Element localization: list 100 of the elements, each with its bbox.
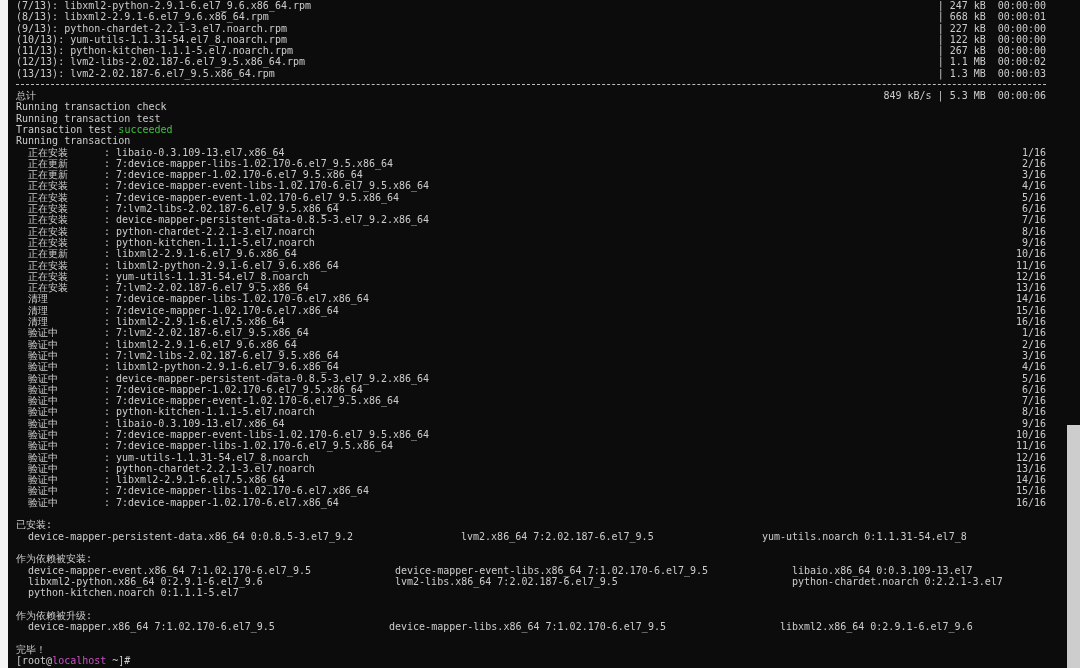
package-name: : 7:device-mapper-libs-1.02.170-6.el7.x86_64 <box>104 293 370 305</box>
download-line: (8/13): libxml2-2.9.1-6.el7_9.6.x86_64.rpm <box>16 11 269 23</box>
package-entry: libxml2.x86_64 0:2.9.1-6.el7_9.6 <box>780 621 974 633</box>
progress-count: 7/16 <box>1021 214 1046 226</box>
progress-count: 9/16 <box>1021 417 1046 429</box>
action-label: 正在安装 <box>28 203 69 215</box>
progress-count: 6/16 <box>1021 383 1046 396</box>
package-name: : libxml2-2.9.1-6.el7.5.x86_64 <box>104 316 285 328</box>
action-label: 正在安装 <box>28 259 69 271</box>
action-label: 正在安装 <box>28 225 69 237</box>
progress-count: 8/16 <box>1021 406 1046 418</box>
progress-count: 2/16 <box>1021 338 1046 350</box>
package-name: : device-mapper-persistent-data-0.8.5-3.el7_9.2.x86_64 <box>104 214 431 226</box>
package-name: : libaio-0.3.109-13.el7.x86_64 <box>104 417 285 429</box>
package-name: : python-chardet-2.2.1-3.el7.noarch <box>104 225 315 237</box>
action-label: 正在安装 <box>28 180 69 192</box>
progress-count: 3/16 <box>1021 169 1046 181</box>
section-heading: 已安装: <box>16 519 53 531</box>
action-label: 验证中 <box>28 361 59 373</box>
action-label: 验证中 <box>28 349 59 362</box>
package-entry: lvm2-libs.x86_64 7:2.02.187-6.el7_9.5 <box>395 575 618 588</box>
action-label: 验证中 <box>28 395 59 407</box>
log-line: Running transaction test <box>16 112 161 124</box>
done-message: 完毕！ <box>16 643 46 655</box>
log-line: Running transaction check <box>16 101 167 113</box>
action-label: 正在安装 <box>28 214 69 226</box>
progress-count: 11/16 <box>1015 440 1046 452</box>
action-label: 清理 <box>28 293 49 305</box>
progress-count: 12/16 <box>1015 451 1046 463</box>
action-label: 验证中 <box>28 485 59 497</box>
package-name: : 7:device-mapper-libs-1.02.170-6.el7_9.5.x86_64 <box>104 157 394 170</box>
action-label: 验证中 <box>28 462 59 474</box>
package-name: : 7:device-mapper-1.02.170-6.el7_9.5.x86_64 <box>104 383 364 396</box>
package-name: : 7:device-mapper-libs-1.02.170-6.el7.x86_64 <box>104 485 370 497</box>
download-stats: | 227 kB 00:00:00 <box>937 22 1046 34</box>
package-entry: libaio.x86_64 0:0.3.109-13.el7 <box>792 564 974 576</box>
progress-count: 10/16 <box>1015 248 1046 260</box>
progress-count: 15/16 <box>1015 304 1046 316</box>
package-name: : 7:device-mapper-event-libs-1.02.170-6.el7_9.5.x86_64 <box>104 180 431 192</box>
action-label: 验证中 <box>28 451 59 463</box>
progress-count: 15/16 <box>1015 485 1046 497</box>
package-name: : libxml2-python-2.9.1-6.el7_9.6.x86_64 <box>104 259 340 271</box>
package-name: : 7:device-mapper-libs-1.02.170-6.el7_9.5.x86_64 <box>104 440 393 452</box>
progress-count: 14/16 <box>1015 474 1046 486</box>
package-entry: lvm2.x86_64 7:2.02.187-6.el7_9.5 <box>461 530 655 542</box>
package-entry: device-mapper-event-libs.x86_64 7:1.02.170-6.el7_9.5 <box>395 564 710 576</box>
progress-count: 1/16 <box>1021 146 1046 158</box>
package-name: : python-kitchen-1.1.1-5.el7.noarch <box>104 236 316 249</box>
package-entry: device-mapper.x86_64 7:1.02.170-6.el7_9.5 <box>28 621 276 633</box>
action-label: 正在安装 <box>28 236 69 249</box>
package-name: : 7:lvm2-libs-2.02.187-6.el7_9.5.x86_64 <box>104 203 339 215</box>
log-line: Running transaction <box>16 135 131 147</box>
progress-count: 4/16 <box>1021 361 1046 373</box>
action-label: 验证中 <box>28 327 59 339</box>
action-label: 正在更新 <box>28 157 69 170</box>
package-entry: device-mapper-persistent-data.x86_64 0:0.8.5-3.el7_9.2 <box>28 530 355 542</box>
package-entry: python-chardet.noarch 0:2.2.1-3.el7 <box>792 575 1004 588</box>
download-stats: | 1.1 MB 00:00:02 <box>937 56 1046 68</box>
shell-prompt: [root@localhost ~]# <box>16 654 131 667</box>
package-name: : libaio-0.3.109-13.el7.x86_64 <box>104 146 285 158</box>
package-name: : libxml2-2.9.1-6.el7_9.6.x86_64 <box>104 248 297 260</box>
package-name: : 7:device-mapper-event-1.02.170-6.el7_9.5.x86_64 <box>104 395 400 407</box>
progress-count: 16/16 <box>1015 496 1046 509</box>
download-line: (7/13): libxml2-python-2.9.1-6.el7_9.6.x86_64.rpm <box>16 0 311 12</box>
package-name: : 7:device-mapper-event-1.02.170-6.el7_9.5.x86_64 <box>104 191 399 204</box>
download-line: (13/13): lvm2-2.02.187-6.el7_9.5.x86_64.rpm <box>16 67 275 80</box>
package-entry: yum-utils.noarch 0:1.1.31-54.el7_8 <box>762 530 968 542</box>
section-heading: 作为依赖被安装: <box>16 553 93 565</box>
package-name: : python-kitchen-1.1.1-5.el7.noarch <box>104 406 315 418</box>
progress-count: 7/16 <box>1021 395 1046 407</box>
progress-count: 12/16 <box>1015 270 1046 283</box>
progress-count: 1/16 <box>1021 327 1046 339</box>
action-label: 验证中 <box>28 496 59 509</box>
package-name: : 7:device-mapper-1.02.170-6.el7_9.5.x86_64 <box>104 169 363 181</box>
action-label: 验证中 <box>28 417 59 429</box>
progress-count: 5/16 <box>1021 372 1046 384</box>
scrollbar[interactable] <box>1067 0 1080 668</box>
download-line: (10/13): yum-utils-1.1.31-54.el7_8.noarch.rpm <box>16 33 287 46</box>
download-line: (12/13): lvm2-libs-2.02.187-6.el7_9.5.x86_64.rpm <box>16 56 305 68</box>
progress-count: 6/16 <box>1021 203 1046 215</box>
package-name: : libxml2-2.9.1-6.el7_9.6.x86_64 <box>104 338 297 350</box>
action-label: 正在更新 <box>28 169 69 181</box>
progress-count: 10/16 <box>1015 429 1046 441</box>
action-label: 清理 <box>28 316 49 327</box>
package-name: : python-chardet-2.2.1-3.el7.noarch <box>104 462 316 475</box>
package-entry: python-kitchen.noarch 0:1.1.1-5.el7 <box>28 587 240 599</box>
action-label: 正在安装 <box>28 270 69 283</box>
progress-count: 14/16 <box>1015 293 1046 305</box>
package-name: : libxml2-2.9.1-6.el7.5.x86_64 <box>104 474 285 486</box>
package-name: : 7:lvm2-libs-2.02.187-6.el7_9.5.x86_64 <box>104 349 340 362</box>
progress-count: 4/16 <box>1021 180 1046 192</box>
total-stats: 849 kB/s | 5.3 MB 00:00:06 <box>883 90 1046 102</box>
action-label: 正在安装 <box>28 191 69 204</box>
action-label: 验证中 <box>28 474 59 486</box>
download-stats: | 247 kB 00:00:00 <box>937 0 1046 12</box>
package-entry: device-mapper-event.x86_64 7:1.02.170-6.el7_9.5 <box>28 564 312 576</box>
package-name: : 7:device-mapper-1.02.170-6.el7.x86_64 <box>104 496 339 509</box>
action-label: 验证中 <box>28 429 59 441</box>
progress-count: 5/16 <box>1021 191 1046 204</box>
progress-count: 9/16 <box>1021 236 1046 249</box>
